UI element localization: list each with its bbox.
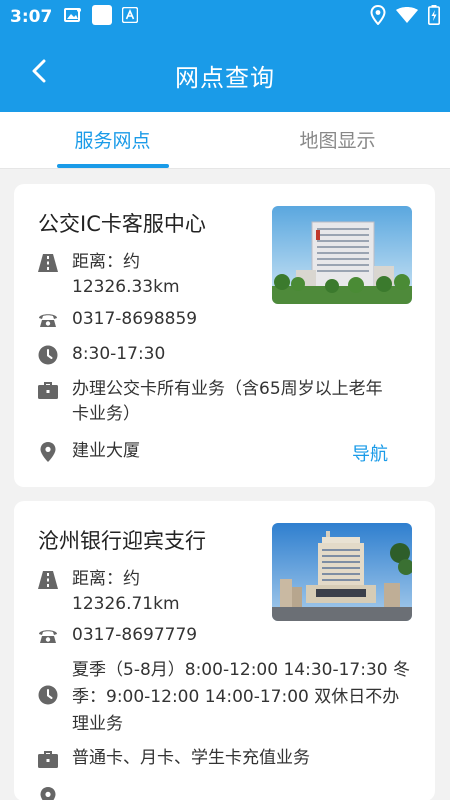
briefcase-icon [38,380,58,400]
outlet-address: 建业大厦 [72,441,140,461]
distance-row: 距离：约 12326.33km [38,250,410,300]
outlet-list[interactable]: 公交IC卡客服中心 距离：约 12326.33km 0317-8698859 8… [0,170,450,800]
business-hours-line: 季：9:00-12:00 14:00-17:00 双休日不办 [72,687,400,707]
status-bar: 3:07 [0,0,450,34]
app-bar: 3:07 网点查询 [0,0,450,112]
distance-label: 距离：约 [72,569,140,589]
phone-number: 0317-8697779 [72,625,198,645]
road-icon [38,253,58,273]
business-row: 办理公交卡所有业务（含65周岁以上老年 卡业务） [38,377,410,427]
business-hours-line: 理业务 [72,714,123,734]
address-row [38,784,410,800]
app-notification-icon [92,5,113,29]
road-icon [38,570,58,590]
outlet-card[interactable]: 公交IC卡客服中心 距离：约 12326.33km 0317-8698859 8… [14,184,435,487]
business-scope-line: 办理公交卡所有业务（含65周岁以上老年 [72,379,383,399]
tab-map-display[interactable]: 地图显示 [225,112,450,168]
tab-map-display-label: 地图显示 [299,130,376,152]
hours-row: 8:30-17:30 [38,342,410,367]
location-status-icon [370,4,386,29]
navigate-button[interactable]: 导航 [352,440,388,466]
business-hours-line: 夏季（5-8月）8:00-12:00 14:30-17:30 冬 [72,660,410,680]
tab-bar: 服务网点 地图显示 [0,112,450,169]
phone-number: 0317-8698859 [72,309,198,329]
active-tab-indicator [57,164,169,168]
clock-icon [38,685,58,705]
outlet-card[interactable]: 沧州银行迎宾支行 距离：约 12326.71km 0317-8697779 夏季… [14,501,435,800]
location-pin-icon [38,442,58,462]
phone-icon [38,626,58,646]
page-title: 网点查询 [175,64,275,92]
status-indicators [370,4,440,29]
wifi-status-icon [396,7,418,27]
distance-value: 12326.71km [72,594,180,614]
business-scope-line: 卡业务） [72,404,140,424]
outlet-name: 公交IC卡客服中心 [38,212,206,236]
business-row: 普通卡、月卡、学生卡充值业务 [38,746,410,771]
outlet-name: 沧州银行迎宾支行 [38,529,206,553]
phone-icon [38,310,58,330]
status-time: 3:07 [10,7,53,27]
distance-label: 距离：约 [72,252,140,272]
location-pin-icon [38,787,58,800]
phone-row[interactable]: 0317-8698859 [38,307,410,332]
hours-row: 夏季（5-8月）8:00-12:00 14:30-17:30 冬 季：9:00-… [38,657,410,738]
font-notification-icon [122,6,139,27]
tab-service-outlets[interactable]: 服务网点 [0,112,225,168]
distance-row: 距离：约 12326.71km [38,567,410,617]
phone-row[interactable]: 0317-8697779 [38,623,410,648]
business-scope: 普通卡、月卡、学生卡充值业务 [72,748,310,768]
tab-service-outlets-label: 服务网点 [74,130,151,152]
business-hours: 8:30-17:30 [72,344,166,364]
briefcase-icon [38,749,58,769]
gallery-notification-icon [64,7,82,27]
battery-status-icon [428,5,440,29]
clock-icon [38,345,58,365]
title-bar: 网点查询 [0,40,450,106]
distance-value: 12326.33km [72,277,180,297]
